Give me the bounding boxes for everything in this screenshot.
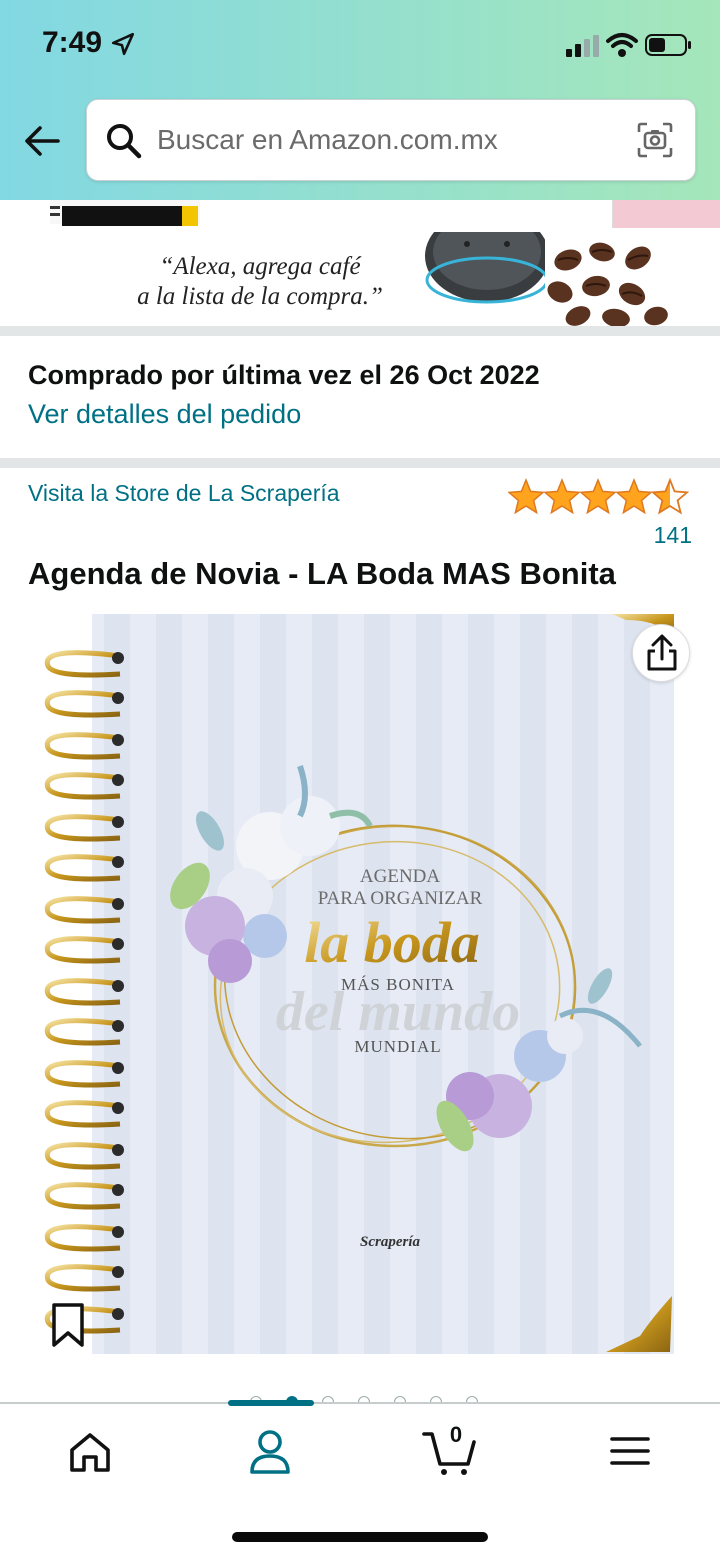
status-time: 7:49 xyxy=(42,26,103,59)
section-divider xyxy=(0,458,720,468)
rating-stars[interactable] xyxy=(508,476,692,516)
cart-count-badge: 0 xyxy=(449,1422,463,1447)
cover-text-del-mundo: del mundo xyxy=(276,981,520,1043)
cover-text-la-boda: la boda xyxy=(304,910,480,975)
battery-icon xyxy=(645,34,691,56)
product-title: Agenda de Novia - LA Boda MAS Bonita xyxy=(28,556,616,591)
cover-text-para: PARA ORGANIZAR xyxy=(318,888,483,909)
menu-icon[interactable] xyxy=(600,1426,660,1476)
bookmark-icon[interactable] xyxy=(50,1302,86,1348)
rating-count-link[interactable]: 141 xyxy=(600,522,692,549)
purchase-history-notice: Comprado por última vez el 26 Oct 2022 V… xyxy=(28,360,698,430)
related-product-thumbnail[interactable] xyxy=(46,200,200,228)
product-image[interactable]: AGENDA PARA ORGANIZAR la boda MÁS BONITA… xyxy=(0,606,720,1366)
search-input[interactable] xyxy=(157,118,617,162)
home-indicator xyxy=(232,1532,488,1542)
related-images-strip xyxy=(0,200,720,230)
header-bar: 7:49 xyxy=(0,0,720,200)
active-tab-indicator xyxy=(228,1400,314,1406)
ad-text-line: a la lista de la compra.” xyxy=(137,283,383,310)
home-icon[interactable] xyxy=(60,1426,120,1476)
cellular-signal-icon xyxy=(566,35,599,57)
back-arrow-icon[interactable] xyxy=(20,118,66,164)
account-icon[interactable] xyxy=(240,1426,300,1476)
last-purchased-text: Comprado por última vez el 26 Oct 2022 xyxy=(28,360,540,390)
order-details-link[interactable]: Ver detalles del pedido xyxy=(28,399,698,430)
related-product-thumbnail[interactable] xyxy=(612,200,720,228)
coffee-beans-image xyxy=(547,242,668,326)
ad-text-line: “Alexa, agrega café xyxy=(159,253,361,280)
section-divider xyxy=(0,326,720,336)
share-icon xyxy=(647,634,677,671)
cover-text-mundial: MUNDIAL xyxy=(354,1037,441,1056)
ad-text: “Alexa, agrega café a la lista de la com… xyxy=(100,252,420,312)
status-bar: 7:49 xyxy=(0,0,720,90)
echo-speaker-image xyxy=(425,232,545,304)
location-arrow-icon xyxy=(111,32,135,56)
alexa-ad-banner[interactable]: “Alexa, agrega café a la lista de la com… xyxy=(0,232,720,328)
share-button[interactable] xyxy=(632,624,690,682)
search-bar[interactable] xyxy=(86,99,696,181)
cover-brand-logo: Scrapería xyxy=(360,1234,421,1250)
wifi-icon xyxy=(606,33,638,57)
search-icon xyxy=(107,124,142,159)
cover-text-agenda: AGENDA xyxy=(360,866,440,887)
camera-search-icon[interactable] xyxy=(635,120,675,160)
visit-store-link[interactable]: Visita la Store de La Scrapería xyxy=(28,480,340,507)
